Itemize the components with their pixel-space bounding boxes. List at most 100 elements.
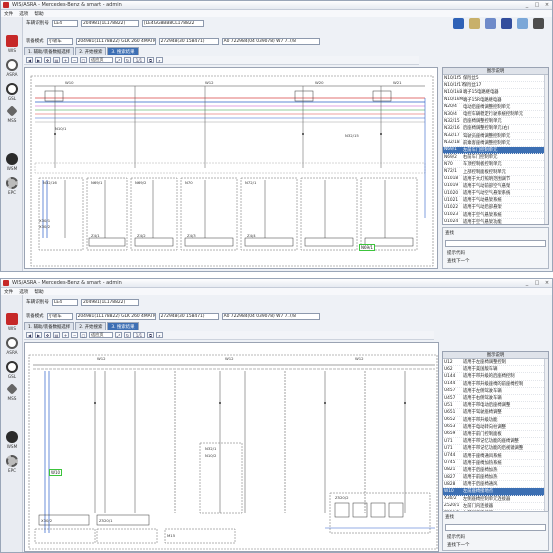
menu-options[interactable]: 选项 — [19, 11, 28, 17]
tab-start-search[interactable]: 2. 开始搜索 — [75, 322, 107, 330]
find-next-button[interactable]: 查找下一个 — [443, 257, 548, 265]
rotate-icon[interactable]: ↻ — [124, 332, 131, 338]
legend-item[interactable]: N30/4 电控车辆稳定行驶系统控制单元 — [443, 111, 548, 119]
legend-item[interactable]: N20/4 电动后座椅调整控制单元 — [443, 104, 548, 111]
legend-item[interactable]: U745 适用于座椅加热系统 — [443, 460, 548, 467]
sidebar-item-epc[interactable]: EPC — [1, 455, 23, 473]
sidebar-item-wsm[interactable]: WSM — [1, 153, 23, 171]
maximize-button[interactable]: □ — [532, 2, 542, 8]
vin-prefix-field[interactable]: LE4 — [51, 19, 78, 27]
copy-icon[interactable]: ⧉ — [147, 332, 154, 338]
sidebar-item-gsl[interactable]: GSL — [1, 83, 23, 101]
fit-icon[interactable]: ⤢ — [115, 57, 122, 63]
legend-item[interactable]: N10/1kM 端子15R电路继电器 — [443, 97, 548, 104]
legend-item[interactable]: N70 车顶控制板控制单元 — [443, 161, 548, 169]
document-icon[interactable] — [517, 17, 528, 29]
legend-item[interactable]: U1020 适用于气动空气悬架系统 — [443, 190, 548, 198]
legend-item[interactable]: N69/2 右前车门控制单元 — [443, 154, 548, 162]
vin-engine-field[interactable]: [LE4GG8BB8CL178822 — [141, 19, 204, 27]
wiring-diagram-top[interactable]: W10 W12 W20 W21 N10/1 N32/15 N32/16 N69/… — [24, 67, 438, 269]
sidebar-item-wsm[interactable]: WSM — [1, 431, 23, 449]
sidebar-item-wis[interactable]: WIS — [1, 313, 23, 331]
zoom-select[interactable]: 适应页 — [89, 332, 113, 338]
search-input[interactable] — [445, 524, 546, 531]
sidebar-item-asra[interactable]: ASRA — [1, 59, 23, 77]
legend-item[interactable]: U1021 适用于气动悬架系统 — [443, 197, 548, 205]
sidebar-item-wis[interactable]: WIS — [1, 35, 23, 53]
print-page-icon[interactable]: ▤ — [53, 57, 60, 63]
zoom-select[interactable]: 适应页 — [89, 57, 113, 63]
tab-data-selection[interactable]: 1. 辅助/装备数据选择 — [24, 47, 75, 55]
legend-item[interactable]: U1024 适用于空气悬架功能 — [443, 219, 548, 224]
legend-item[interactable]: X30/2 左侧座椅控制单元连接器 — [443, 496, 548, 503]
fit-icon[interactable]: ⤢ — [115, 332, 122, 338]
zoom-area-icon[interactable]: ▢ — [80, 57, 87, 63]
legend-item[interactable]: U659 适用于前门控制面板 — [443, 431, 548, 439]
minimize-button[interactable]: _ — [522, 280, 532, 286]
highlighted-component[interactable]: N69/1 — [359, 244, 375, 251]
forward-icon[interactable]: ▶ — [35, 332, 42, 338]
legend-item[interactable]: N10/1f5 保险丝5 — [443, 75, 548, 83]
tab-search-results[interactable]: 3. 搜索结果 — [107, 322, 139, 330]
legend-item[interactable]: N32/18 前乘客座椅调整控制单元 — [443, 140, 548, 147]
legend-item[interactable]: U1022 适用于气动后部悬架 — [443, 204, 548, 212]
zoom-out-icon[interactable]: − — [71, 332, 78, 338]
vin-model-field[interactable]: 204981(1L178822) — [80, 19, 139, 27]
tab-data-selection[interactable]: 1. 辅助/装备数据选择 — [24, 322, 75, 330]
settings-icon[interactable] — [485, 17, 496, 29]
find-next-button[interactable]: 查找下一个 — [443, 541, 548, 549]
find-icon[interactable]: ⌕ — [156, 57, 163, 63]
maximize-button[interactable]: □ — [532, 280, 542, 286]
legend-item[interactable]: U457 适用于左侧驾驶车辆 — [443, 388, 548, 395]
menu-help[interactable]: 帮助 — [34, 11, 43, 17]
engine-select[interactable]: 272948(30 158471) — [158, 312, 219, 320]
zoom-out-icon[interactable]: − — [71, 57, 78, 63]
legend-item[interactable]: U144 适用于带升级座椅的前座椅控制 — [443, 381, 548, 388]
find-icon[interactable]: ⌕ — [156, 332, 163, 338]
legend-item[interactable]: U51 适用于带电动后座椅调整 — [443, 402, 548, 410]
zoom-in-icon[interactable]: + — [62, 332, 69, 338]
vin-prefix-field[interactable]: LE4 — [51, 298, 78, 306]
sidebar-item-asra[interactable]: ASRA — [1, 337, 23, 355]
legend-item[interactable]: U653 适用于电动转向柱调整 — [443, 424, 548, 431]
rotate-icon[interactable]: ↻ — [124, 57, 131, 63]
hint-label[interactable]: 提示代码 — [443, 533, 548, 541]
pan-icon[interactable]: ✥ — [44, 57, 51, 63]
print-icon[interactable] — [469, 17, 480, 29]
legend-item[interactable]: U821 适用于后座椅加热 — [443, 467, 548, 474]
legend-item[interactable]: N32/17 驾驶员座椅调整控制单元 — [443, 133, 548, 140]
sidebar-item-mss[interactable]: MSS — [1, 383, 23, 401]
legend-item[interactable]: U1023 适用于空气悬架系统 — [443, 212, 548, 219]
wiring-diagram-bottom[interactable]: W12 W12 W12 N32/1 N10/2 X30/2 Z520/1 Z52… — [24, 342, 439, 552]
legend-item[interactable]: N72/1 上部控制面板控制单元 — [443, 168, 548, 176]
back-icon[interactable]: ◀ — [26, 332, 33, 338]
legend-item[interactable]: U457 适用于右侧驾驶车辆 — [443, 395, 548, 403]
exit-icon[interactable] — [533, 17, 544, 29]
legend-item[interactable]: U71 适用于带记忆功能的座椅调整 — [443, 438, 548, 446]
legend-item[interactable]: U827 适用于前座椅加热 — [443, 474, 548, 482]
print-page-icon[interactable]: ▤ — [53, 332, 60, 338]
copy-icon[interactable]: ⧉ — [147, 57, 154, 63]
menu-options[interactable]: 选项 — [19, 289, 28, 295]
mode-select[interactable]: 小轿车 — [46, 37, 73, 45]
back-icon[interactable]: ◀ — [26, 57, 33, 63]
vin-model-field[interactable]: 204981(1L178822) — [80, 298, 139, 306]
legend-item[interactable]: U144 适用于带升级的后座椅控制 — [443, 373, 548, 381]
legend-item[interactable]: U12 适用于左座椅调整控制 — [443, 359, 548, 367]
zoom-in-icon[interactable]: + — [62, 57, 69, 63]
legend-item[interactable]: W10 左前座椅接地点 — [443, 488, 548, 496]
legend-item[interactable]: Z520/1 左前门内连接器 — [443, 503, 548, 510]
search-input[interactable] — [445, 240, 546, 247]
legend-item[interactable]: N69/1 左前车门控制单元 — [443, 146, 548, 155]
tab-search-results[interactable]: 3. 搜索结果 — [107, 47, 139, 55]
hint-label[interactable]: 提示代码 — [443, 249, 548, 257]
legend-item[interactable]: N10/1f17 保险丝17 — [443, 82, 548, 90]
close-button[interactable]: × — [542, 2, 552, 8]
sidebar-item-gsl[interactable]: GSL — [1, 361, 23, 379]
home-icon[interactable] — [453, 17, 464, 29]
legend-scrollbar[interactable] — [544, 359, 548, 530]
legend-item[interactable]: U651 适用于驾驶座椅调整 — [443, 409, 548, 417]
menu-help[interactable]: 帮助 — [34, 289, 43, 295]
pan-icon[interactable]: ✥ — [44, 332, 51, 338]
legend-item[interactable]: U1019 适用于气动前部空气悬架 — [443, 183, 548, 190]
